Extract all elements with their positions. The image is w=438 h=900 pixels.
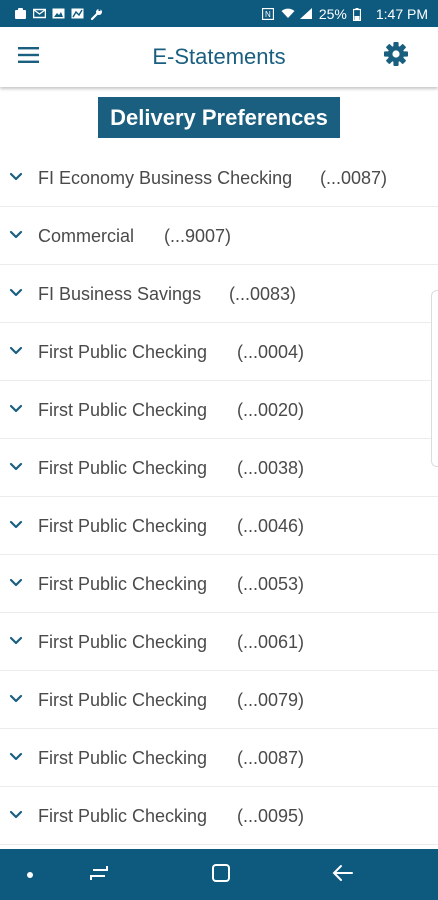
account-name: First Public Checking bbox=[38, 458, 208, 478]
recent-apps-icon bbox=[88, 863, 110, 888]
status-bar: N 25% 1:47 PM bbox=[0, 0, 438, 27]
nav-dot-button[interactable] bbox=[17, 862, 43, 888]
account-row[interactable]: First Public Checking (...0004) bbox=[0, 323, 438, 381]
chevron-down-icon[interactable] bbox=[8, 169, 24, 185]
delivery-preferences-banner: Delivery Preferences bbox=[98, 97, 340, 138]
svg-text:N: N bbox=[265, 10, 271, 19]
notification-icon bbox=[14, 8, 27, 19]
chevron-down-icon[interactable] bbox=[8, 401, 24, 417]
mail-icon bbox=[33, 8, 46, 19]
account-number: (...0087) bbox=[237, 748, 305, 768]
image-icon bbox=[52, 8, 65, 19]
gear-icon bbox=[383, 41, 409, 72]
account-number: (...0053) bbox=[237, 574, 305, 594]
battery-percent: 25% bbox=[318, 5, 347, 22]
account-name: FI Business Savings bbox=[38, 284, 202, 304]
account-row[interactable]: First Public Checking (...0053) bbox=[0, 555, 438, 613]
account-name: First Public Checking bbox=[38, 400, 208, 420]
home-button[interactable] bbox=[208, 862, 234, 888]
account-row[interactable]: First Public Checking (...0020) bbox=[0, 381, 438, 439]
scroll-handle[interactable] bbox=[431, 290, 438, 467]
back-button[interactable] bbox=[330, 862, 356, 888]
chart-icon bbox=[71, 8, 84, 19]
nfc-icon: N bbox=[261, 8, 275, 20]
account-number: (...0087) bbox=[320, 168, 388, 188]
account-row[interactable]: First Public Checking (...0038) bbox=[0, 439, 438, 497]
account-name: First Public Checking bbox=[38, 342, 208, 362]
chevron-down-icon[interactable] bbox=[8, 227, 24, 243]
account-row[interactable]: FI Economy Business Checking (...0087) bbox=[0, 149, 438, 207]
account-name: First Public Checking bbox=[38, 806, 208, 826]
account-number: (...0004) bbox=[237, 342, 305, 362]
account-name: First Public Checking bbox=[38, 516, 208, 536]
account-row[interactable]: First Public Checking (...0095) bbox=[0, 787, 438, 845]
battery-icon bbox=[352, 8, 366, 21]
account-name: FI Economy Business Checking bbox=[38, 168, 293, 188]
chevron-down-icon[interactable] bbox=[8, 749, 24, 765]
account-row[interactable]: First Public Checking (...0046) bbox=[0, 497, 438, 555]
account-row[interactable]: FI Business Savings (...0083) bbox=[0, 265, 438, 323]
signal-icon bbox=[299, 8, 313, 19]
chevron-down-icon[interactable] bbox=[8, 285, 24, 301]
status-bar-right: N 25% 1:47 PM bbox=[261, 5, 428, 22]
account-number: (...0095) bbox=[237, 806, 305, 826]
account-name: First Public Checking bbox=[38, 690, 208, 710]
chevron-down-icon[interactable] bbox=[8, 691, 24, 707]
system-nav-bar bbox=[0, 849, 438, 900]
chevron-down-icon[interactable] bbox=[8, 343, 24, 359]
chevron-down-icon[interactable] bbox=[8, 633, 24, 649]
settings-button[interactable] bbox=[380, 40, 412, 72]
wifi-icon bbox=[281, 8, 295, 19]
account-number: (...0038) bbox=[237, 458, 305, 478]
account-name: First Public Checking bbox=[38, 748, 208, 768]
account-name: First Public Checking bbox=[38, 632, 208, 652]
account-number: (...0020) bbox=[237, 400, 305, 420]
recent-apps-button[interactable] bbox=[86, 862, 112, 888]
chevron-down-icon[interactable] bbox=[8, 807, 24, 823]
account-number: (...0061) bbox=[237, 632, 305, 652]
home-icon bbox=[211, 863, 231, 888]
account-number: (...0046) bbox=[237, 516, 305, 536]
chevron-down-icon[interactable] bbox=[8, 459, 24, 475]
section-banner-area: Delivery Preferences bbox=[0, 87, 438, 149]
dot-icon bbox=[26, 866, 34, 884]
status-bar-left bbox=[14, 8, 103, 21]
page-title: E-Statements bbox=[152, 44, 286, 69]
status-time: 1:47 PM bbox=[375, 5, 428, 22]
account-row[interactable]: First Public Checking (...0079) bbox=[0, 671, 438, 729]
back-icon bbox=[332, 864, 354, 887]
account-list: FI Economy Business Checking (...0087) Com… bbox=[0, 149, 438, 845]
chevron-down-icon[interactable] bbox=[8, 517, 24, 533]
account-row[interactable]: First Public Checking (...0061) bbox=[0, 613, 438, 671]
wrench-icon bbox=[90, 8, 103, 21]
account-row[interactable]: Commercial (...9007) bbox=[0, 207, 438, 265]
account-number: (...0083) bbox=[229, 284, 297, 304]
account-number: (...0079) bbox=[237, 690, 305, 710]
account-name: First Public Checking bbox=[38, 574, 208, 594]
chevron-down-icon[interactable] bbox=[8, 575, 24, 591]
account-number: (...9007) bbox=[164, 226, 232, 246]
account-row[interactable]: First Public Checking (...0087) bbox=[0, 729, 438, 787]
account-name: Commercial bbox=[38, 226, 135, 246]
app-header: E-Statements bbox=[0, 27, 438, 87]
